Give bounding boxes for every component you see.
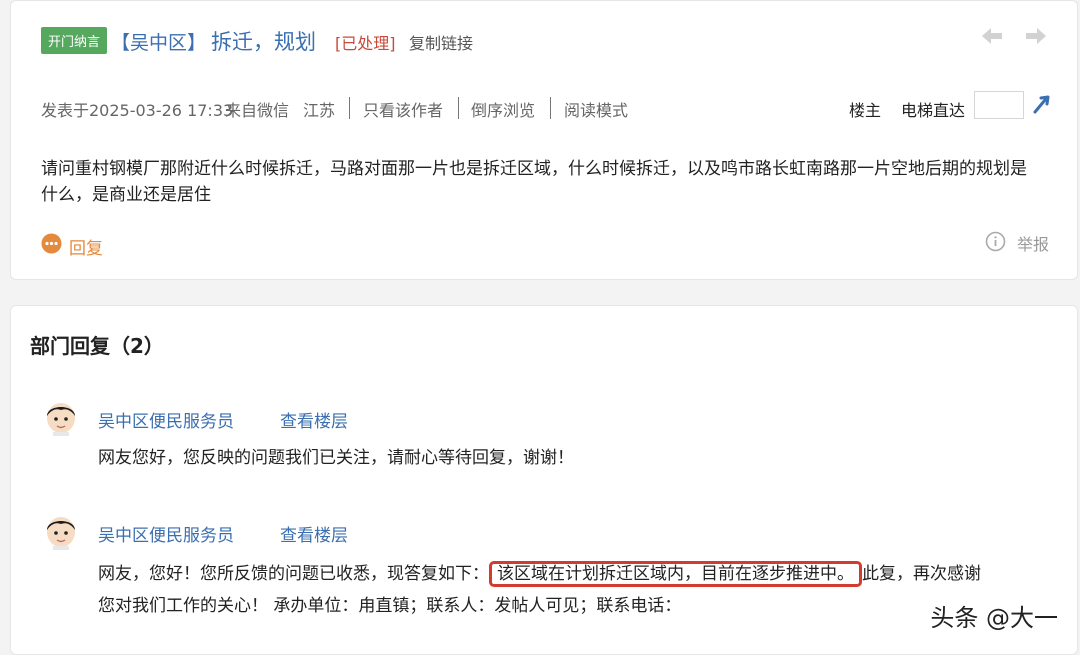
report-button[interactable]: 举报 <box>1017 231 1049 255</box>
reply-text: 网友，您好！您所反馈的问题已收悉，现答复如下： 该区域在计划拆迁区域内，目前在逐步… <box>98 558 981 590</box>
post-title: 拆迁，规划 <box>211 30 316 54</box>
divider <box>550 97 551 119</box>
post-location: 江苏 <box>303 101 336 120</box>
view-floor-link[interactable]: 查看楼层 <box>280 407 348 432</box>
watermark: 头条 @大一 <box>930 604 1058 632</box>
only-author-link[interactable]: 只看该作者 <box>363 97 443 121</box>
landlord-label: 楼主 <box>849 101 882 120</box>
reverse-browse-link[interactable]: 倒序浏览 <box>471 97 535 121</box>
replier-name[interactable]: 吴中区便民服务员 <box>98 521 234 546</box>
reply-button[interactable]: 回复 <box>69 234 103 259</box>
replier-name[interactable]: 吴中区便民服务员 <box>98 407 234 432</box>
avatar <box>44 512 78 550</box>
reply-text-outro: 此复，再次感谢 <box>862 564 981 584</box>
elevator-label: 电梯直达 <box>901 101 966 120</box>
section-title: 部门回复（2） <box>30 334 164 358</box>
district-tag[interactable]: 【吴中区】 <box>111 28 206 55</box>
status-badge: [已处理] <box>335 34 396 53</box>
jump-icon[interactable] <box>1031 93 1053 115</box>
next-thread-icon[interactable] <box>1023 23 1049 49</box>
prev-thread-icon[interactable] <box>979 23 1005 49</box>
copy-link[interactable]: 复制链接 <box>409 30 473 54</box>
view-floor-link[interactable]: 查看楼层 <box>280 521 348 546</box>
avatar <box>44 398 78 436</box>
highlighted-answer: 该区域在计划拆迁区域内，目前在逐步推进中。 <box>489 561 862 587</box>
info-icon[interactable] <box>985 231 1006 252</box>
divider <box>349 97 350 119</box>
reply-text: 网友您好，您反映的问题我们已关注，请耐心等待回复，谢谢！ <box>98 448 574 468</box>
post-card: 开门纳言 【吴中区】 拆迁，规划 [已处理] 复制链接 发表于2025-03-2… <box>10 0 1078 280</box>
post-date: 发表于2025-03-26 17:33 <box>41 101 234 120</box>
divider <box>458 97 459 119</box>
post-source: 来自微信 <box>225 101 290 120</box>
reply-text-line2: 您对我们工作的关心！ 承办单位：甪直镇；联系人：发帖人可见；联系电话： <box>98 596 682 616</box>
reply-text-intro: 网友，您好！您所反馈的问题已收悉，现答复如下： <box>98 564 489 584</box>
floor-jump-input[interactable] <box>974 91 1024 119</box>
read-mode-link[interactable]: 阅读模式 <box>564 97 628 121</box>
post-body: 请问重村钢模厂那附近什么时候拆迁，马路对面那一片也是拆迁区域，什么时候拆迁，以及… <box>41 159 1027 205</box>
comment-icon[interactable] <box>41 233 62 254</box>
open-door-badge: 开门纳言 <box>41 27 107 54</box>
